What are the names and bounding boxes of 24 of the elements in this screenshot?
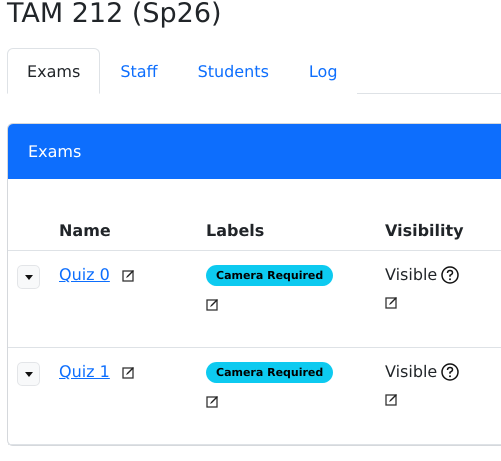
help-icon[interactable] xyxy=(441,362,460,380)
edit-icon[interactable] xyxy=(385,393,398,406)
exam-link[interactable]: Quiz 0 xyxy=(59,265,110,284)
column-header: Labels xyxy=(206,221,266,240)
edit-icon[interactable] xyxy=(385,296,398,309)
page-title: TAM 212 (Sp26) xyxy=(7,0,223,31)
card-header: Exams xyxy=(8,124,501,179)
dropdown-toggle[interactable] xyxy=(17,265,40,289)
edit-icon[interactable] xyxy=(206,298,219,311)
label-tag: Camera Required xyxy=(206,265,334,286)
edit-icon[interactable] xyxy=(122,366,135,379)
caret-icon xyxy=(24,372,32,376)
column-header: Name xyxy=(59,221,112,240)
column-header: Visibility xyxy=(385,221,465,240)
visibility-text: Visible xyxy=(385,265,438,284)
visibility-text: Visible xyxy=(385,362,438,381)
tab[interactable]: Exams xyxy=(7,48,100,94)
edit-icon[interactable] xyxy=(122,269,135,282)
help-icon[interactable] xyxy=(441,266,460,284)
exam-link[interactable]: Quiz 1 xyxy=(59,362,110,381)
edit-icon[interactable] xyxy=(206,395,219,408)
dropdown-toggle[interactable] xyxy=(17,362,40,386)
caret-icon xyxy=(24,274,32,280)
label-tag: Camera Required xyxy=(206,362,334,383)
